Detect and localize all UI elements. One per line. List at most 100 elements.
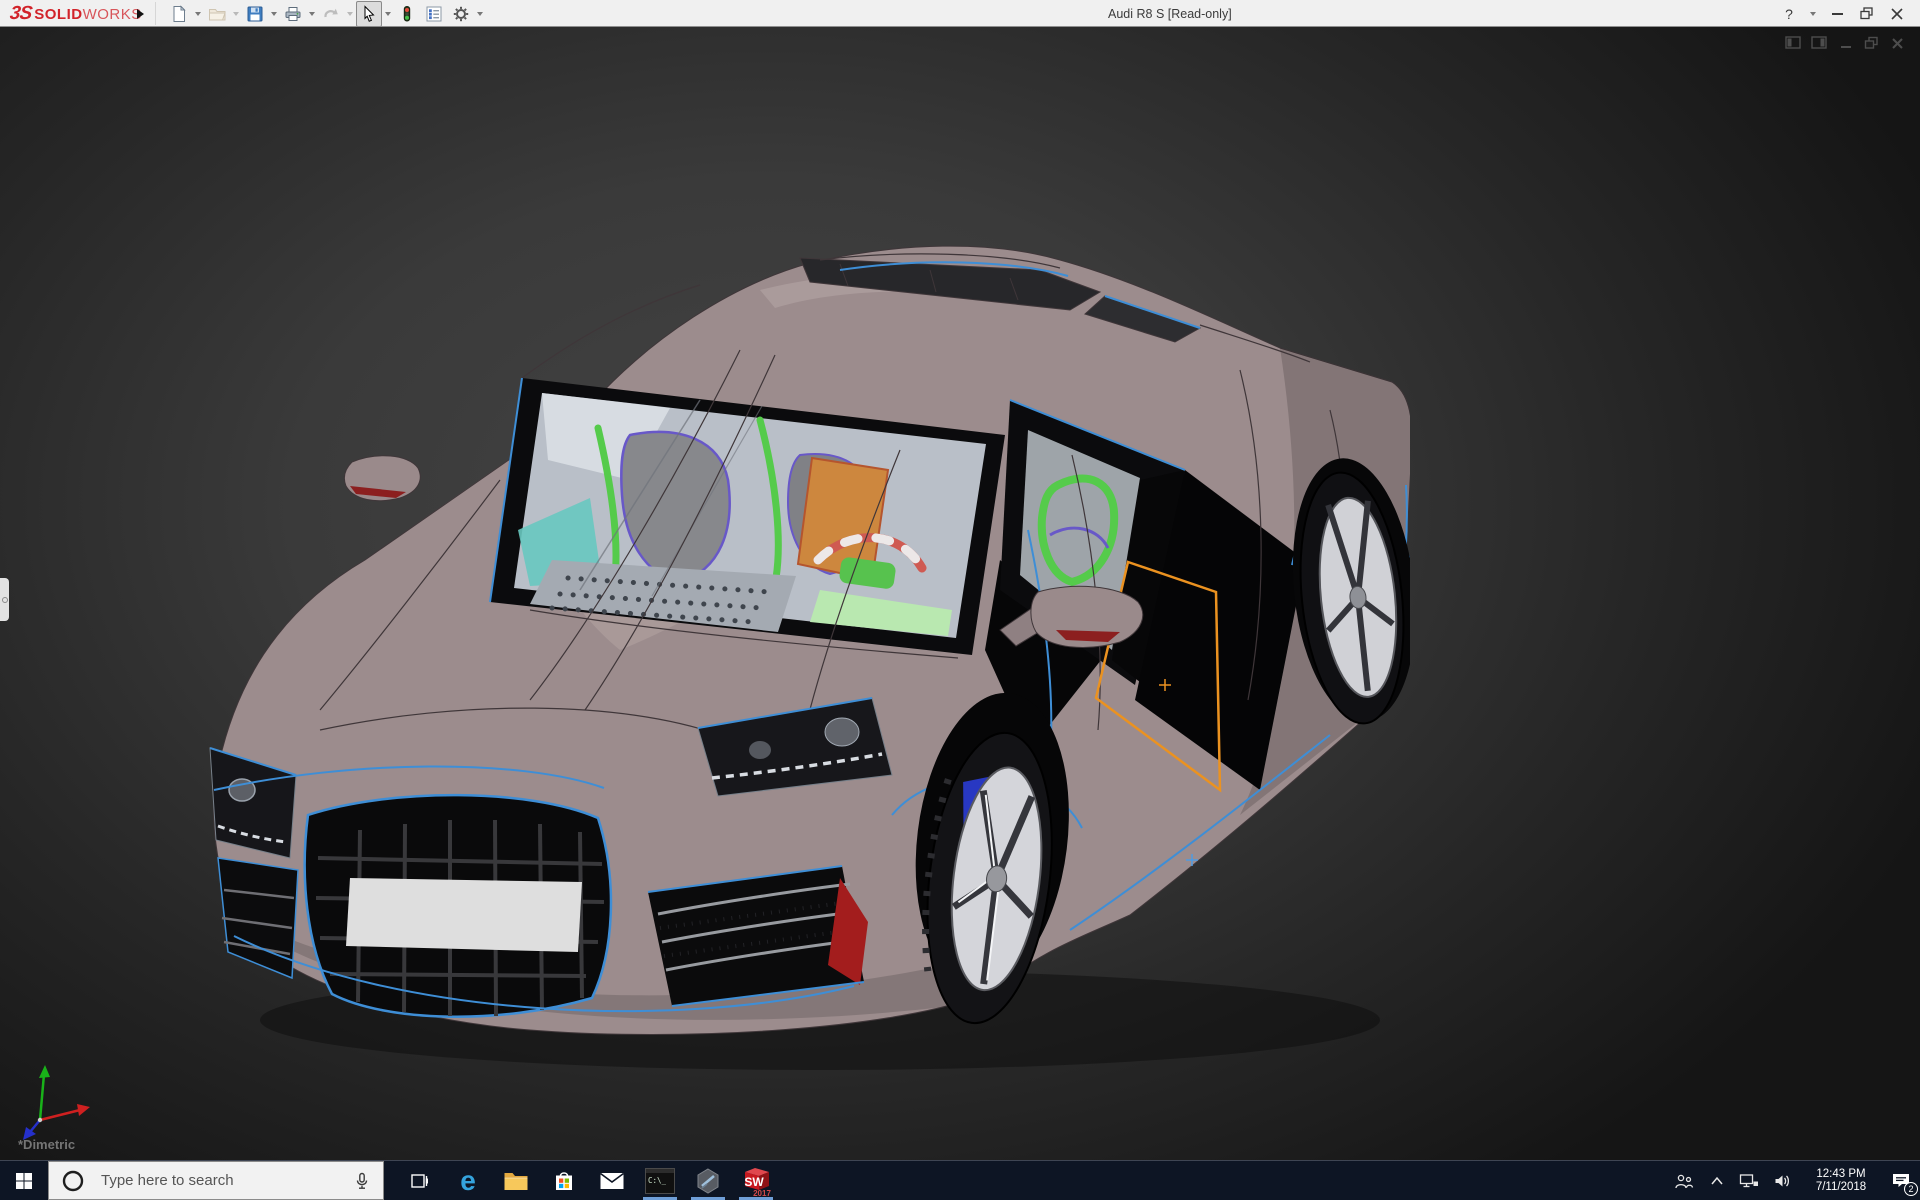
close-button[interactable] [1886, 3, 1908, 25]
restore-button[interactable] [1856, 3, 1878, 25]
window-controls: ? [1778, 0, 1908, 27]
tray-date: 7/11/2018 [1816, 1181, 1866, 1194]
intake-left [218, 858, 298, 978]
traffic-light-icon [398, 5, 416, 23]
windows-taskbar: e [0, 1160, 1920, 1200]
gear-icon [452, 5, 470, 23]
print-button[interactable] [280, 1, 306, 27]
restore-icon [1860, 7, 1874, 20]
open-folder-icon [208, 5, 226, 23]
taskbar-app-solidworks[interactable]: SW 2017 [732, 1161, 780, 1200]
solidworks-window: 3SSOLIDWORKS [0, 0, 1920, 1200]
y-axis-arrow [39, 1065, 50, 1078]
file-explorer-icon [503, 1170, 529, 1192]
save-floppy-icon [246, 5, 264, 23]
options-list-button[interactable] [421, 1, 447, 27]
document-window-controls [1785, 36, 1906, 50]
toolbar-separator [155, 2, 156, 25]
clock[interactable]: 12:43 PM 7/11/2018 [1808, 1161, 1874, 1200]
audi-r8-3d-model[interactable] [200, 230, 1410, 1070]
properties-list-icon [425, 5, 443, 23]
taskbar-app-row: e [396, 1161, 780, 1200]
doc-close-button[interactable] [1889, 36, 1906, 50]
save-button[interactable] [242, 1, 268, 27]
doc-minimize-button[interactable] [1837, 36, 1854, 50]
show-pane-icon[interactable] [1785, 36, 1802, 50]
speaker-icon [1774, 1173, 1792, 1189]
license-plate [346, 878, 582, 952]
network-icon [1739, 1173, 1759, 1189]
select-cursor-icon [360, 5, 378, 23]
new-document-button[interactable] [166, 1, 192, 27]
quick-access-toolbar [166, 0, 485, 27]
chevron-up-icon [1710, 1176, 1724, 1186]
open-caret[interactable] [231, 2, 241, 26]
people-icon [1674, 1173, 1694, 1189]
taskbar-app-file-explorer[interactable] [492, 1161, 540, 1200]
undo-caret[interactable] [345, 2, 355, 26]
taskbar-app-store[interactable] [540, 1161, 588, 1200]
undo-icon [322, 5, 340, 23]
select-tool-button[interactable] [356, 1, 382, 27]
minimize-button[interactable] [1826, 3, 1848, 25]
taskbar-app-mail[interactable] [588, 1161, 636, 1200]
solidworks-app-icon: SW 2017 [739, 1165, 773, 1197]
taskbar-app-command-prompt[interactable]: C:\_ [636, 1161, 684, 1200]
logo-solid: SOLID [34, 6, 82, 23]
intake-right [648, 866, 868, 1006]
task-view-icon [410, 1171, 430, 1191]
network-button[interactable] [1732, 1161, 1766, 1200]
store-icon [552, 1169, 576, 1193]
taskbar-app-edge[interactable]: e [444, 1161, 492, 1200]
front-grille [305, 795, 611, 1017]
doc-restore-button[interactable] [1863, 36, 1880, 50]
volume-button[interactable] [1766, 1161, 1800, 1200]
people-button[interactable] [1666, 1161, 1702, 1200]
rebuild-button[interactable] [394, 1, 420, 27]
svg-text:2017: 2017 [753, 1189, 771, 1197]
help-caret[interactable] [1808, 2, 1818, 26]
graphics-viewport[interactable]: *Dimetric [0, 27, 1920, 1160]
microphone-icon[interactable] [353, 1172, 371, 1190]
tray-time: 12:43 PM [1816, 1168, 1865, 1181]
save-caret[interactable] [269, 2, 279, 26]
command-prompt-icon: C:\_ [645, 1168, 675, 1194]
open-button[interactable] [204, 1, 230, 27]
orientation-triad [20, 1062, 96, 1144]
print-caret[interactable] [307, 2, 317, 26]
window-title: Audi R8 S [Read-only] [1108, 7, 1232, 21]
windows-logo-icon [15, 1172, 33, 1190]
help-button[interactable]: ? [1778, 3, 1800, 25]
side-mirror-left [344, 456, 420, 501]
taskbar-app-hex-tool[interactable] [684, 1161, 732, 1200]
select-tool-caret[interactable] [383, 2, 393, 26]
svg-text:SW: SW [744, 1175, 764, 1189]
undo-button[interactable] [318, 1, 344, 27]
settings-button[interactable] [448, 1, 474, 27]
x-axis-arrow [77, 1104, 90, 1116]
flyout-dot-icon [2, 597, 8, 603]
panel-flyout-tab[interactable] [0, 578, 9, 621]
taskbar-search[interactable] [48, 1161, 384, 1200]
solidworks-logo: 3SSOLIDWORKS [10, 3, 142, 25]
print-icon [284, 5, 302, 23]
view-orientation-label: *Dimetric [18, 1137, 75, 1152]
new-document-icon [170, 5, 188, 23]
system-tray: 12:43 PM 7/11/2018 2 [1666, 1161, 1920, 1200]
close-icon [1891, 8, 1903, 20]
start-button[interactable] [0, 1161, 48, 1200]
new-document-caret[interactable] [193, 2, 203, 26]
menu-flyout-arrow[interactable] [133, 5, 147, 22]
action-center-button[interactable]: 2 [1882, 1161, 1920, 1200]
logo-mark: 3S [8, 3, 32, 25]
search-input[interactable] [99, 1171, 353, 1190]
model-canvas[interactable] [200, 230, 1410, 1070]
mail-icon [599, 1171, 625, 1191]
cortana-icon [61, 1169, 85, 1193]
hexagon-app-icon [694, 1167, 722, 1195]
edge-icon: e [460, 1167, 476, 1195]
task-view-button[interactable] [396, 1161, 444, 1200]
tray-overflow-button[interactable] [1702, 1161, 1732, 1200]
show-pane2-icon[interactable] [1811, 36, 1828, 50]
settings-caret[interactable] [475, 2, 485, 26]
